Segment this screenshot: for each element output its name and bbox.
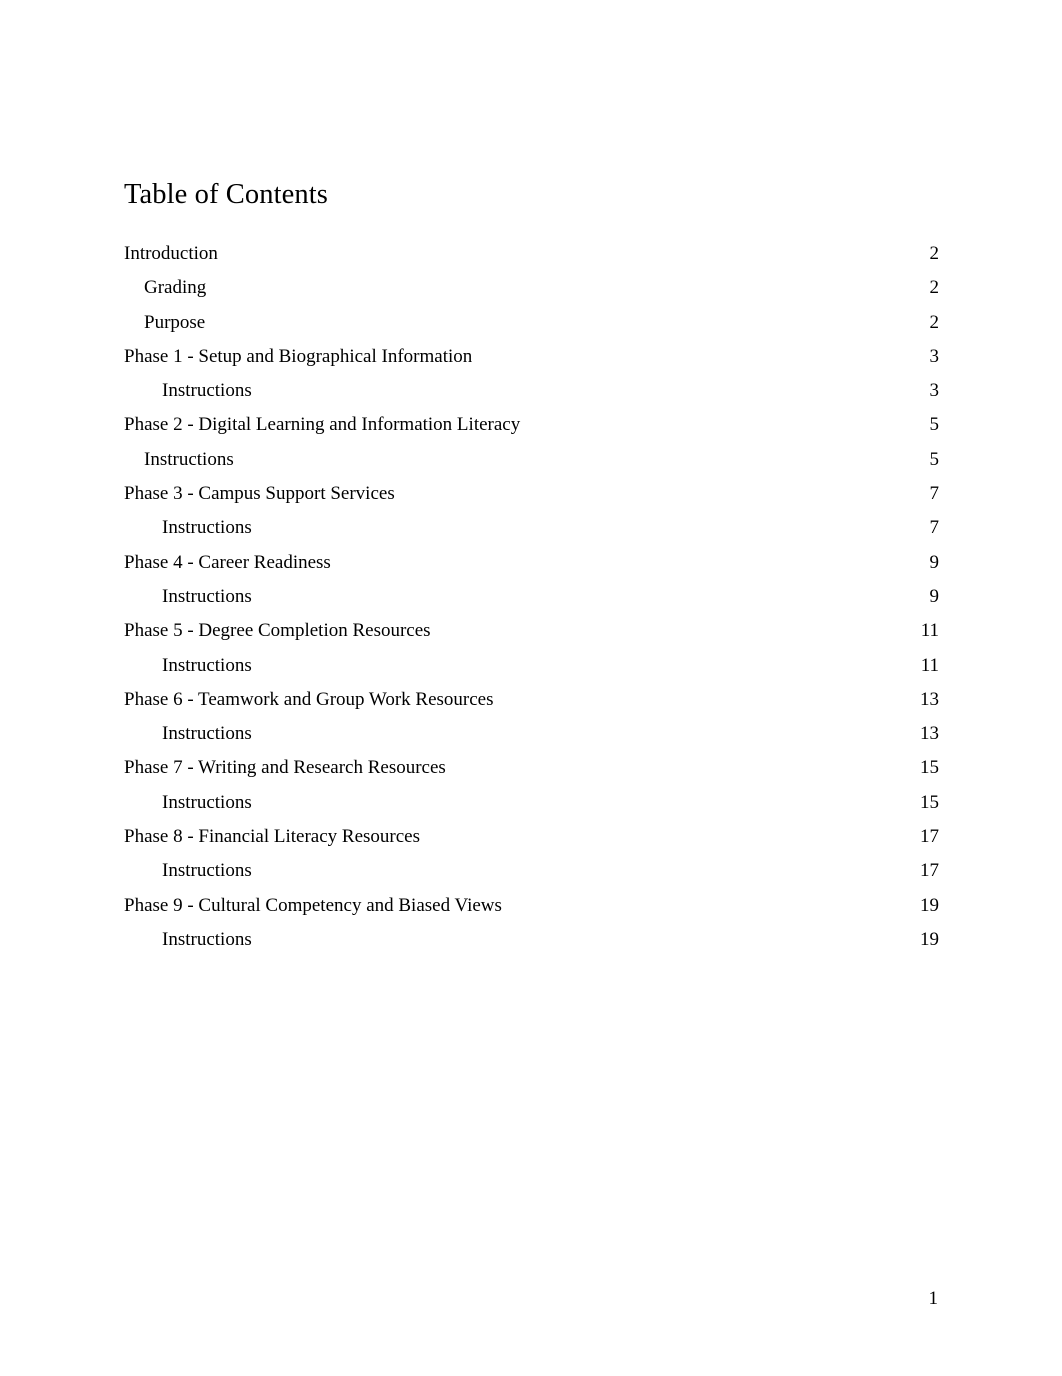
toc-entry[interactable]: Instructions 7 <box>124 511 939 545</box>
toc-entry[interactable]: Phase 9 - Cultural Competency and Biased… <box>124 889 939 923</box>
table-of-contents: Table of Contents Introduction 2 Grading 2 P… <box>124 178 939 957</box>
toc-entry-label: Instructions <box>162 723 252 745</box>
toc-entry[interactable]: Instructions 19 <box>124 923 939 957</box>
toc-entry[interactable]: Phase 8 - Financial Literacy Resources 17 <box>124 820 939 854</box>
toc-entry-page-number: 5 <box>929 414 940 436</box>
toc-entry[interactable]: Phase 7 - Writing and Research Resources… <box>124 751 939 785</box>
toc-entry[interactable]: Instructions 13 <box>124 717 939 751</box>
toc-entry-page-number: 15 <box>920 757 939 779</box>
toc-entry-page-number: 15 <box>920 791 939 813</box>
toc-entry-page-number: 2 <box>929 277 940 299</box>
toc-entry-page-number: 17 <box>920 860 939 882</box>
toc-entry-page-number: 19 <box>920 928 939 950</box>
toc-entry[interactable]: Phase 4 - Career Readiness 9 <box>124 546 939 580</box>
toc-entry[interactable]: Phase 3 - Campus Support Services 7 <box>124 477 939 511</box>
toc-entry[interactable]: Phase 6 - Teamwork and Group Work Resour… <box>124 683 939 717</box>
toc-entry[interactable]: Grading 2 <box>124 271 939 305</box>
toc-entry-page-number: 3 <box>929 380 940 402</box>
page-title: Table of Contents <box>124 179 328 210</box>
toc-entry-label: Instructions <box>144 448 234 470</box>
toc-entry-label: Phase 8 - Financial Literacy Resources <box>124 826 420 848</box>
toc-entry-label: Instructions <box>162 517 252 539</box>
footer-page-number: 1 <box>928 1288 939 1309</box>
toc-entry-page-number: 3 <box>929 345 940 367</box>
toc-entry-page-number: 17 <box>920 826 939 848</box>
toc-entry-page-number: 2 <box>929 243 940 264</box>
toc-entry-label: Phase 2 - Digital Learning and Informati… <box>124 414 521 436</box>
toc-entry-page-number: 2 <box>929 311 940 333</box>
toc-entry-label: Phase 6 - Teamwork and Group Work Resour… <box>124 688 494 710</box>
toc-entry[interactable]: Purpose 2 <box>124 306 939 340</box>
toc-entry-label: Instructions <box>162 928 252 950</box>
toc-entry[interactable]: Instructions 17 <box>124 854 939 888</box>
toc-entry-label: Phase 4 - Career Readiness <box>124 551 331 573</box>
toc-entry-label: Phase 1 - Setup and Biographical Informa… <box>124 345 473 367</box>
toc-entry-page-number: 5 <box>929 448 940 470</box>
toc-entry-label: Phase 5 - Degree Completion Resources <box>124 620 431 642</box>
toc-entry-page-number: 11 <box>920 654 939 676</box>
toc-entry-label: Instructions <box>162 380 252 402</box>
toc-entry-label: Instructions <box>162 860 252 882</box>
toc-entry-page-number: 9 <box>929 585 940 607</box>
toc-entry-list: Introduction 2 Grading 2 Purpose 2 Phase 1 - S… <box>124 237 939 957</box>
toc-entry-label: Phase 9 - Cultural Competency and Biased… <box>124 894 502 916</box>
document-page: Table of Contents Introduction 2 Grading 2 P… <box>0 0 1062 1376</box>
toc-entry-page-number: 7 <box>929 517 940 539</box>
toc-entry-label: Introduction <box>124 243 218 264</box>
toc-entry-page-number: 9 <box>929 551 940 573</box>
toc-entry-label: Phase 3 - Campus Support Services <box>124 483 395 505</box>
toc-entry[interactable]: Instructions 3 <box>124 374 939 408</box>
toc-entry-label: Phase 7 - Writing and Research Resources <box>124 757 446 779</box>
toc-entry[interactable]: Instructions 9 <box>124 580 939 614</box>
toc-entry[interactable]: Instructions 15 <box>124 786 939 820</box>
toc-entry-page-number: 11 <box>920 620 939 642</box>
toc-entry[interactable]: Phase 2 - Digital Learning and Informati… <box>124 408 939 442</box>
toc-entry-label: Instructions <box>162 791 252 813</box>
toc-entry-label: Purpose <box>144 311 206 333</box>
toc-entry[interactable]: Instructions 5 <box>124 443 939 477</box>
toc-entry[interactable]: Introduction 2 <box>124 237 939 271</box>
toc-entry-label: Grading <box>144 277 207 299</box>
toc-entry-page-number: 7 <box>929 483 940 505</box>
toc-entry[interactable]: Instructions 11 <box>124 649 939 683</box>
toc-entry-label: Instructions <box>162 585 252 607</box>
toc-entry-page-number: 13 <box>920 723 939 745</box>
toc-entry-label: Instructions <box>162 654 252 676</box>
toc-entry-page-number: 13 <box>920 688 939 710</box>
toc-entry[interactable]: Phase 5 - Degree Completion Resources 11 <box>124 614 939 648</box>
toc-entry-page-number: 19 <box>920 894 939 916</box>
toc-entry[interactable]: Phase 1 - Setup and Biographical Informa… <box>124 340 939 374</box>
